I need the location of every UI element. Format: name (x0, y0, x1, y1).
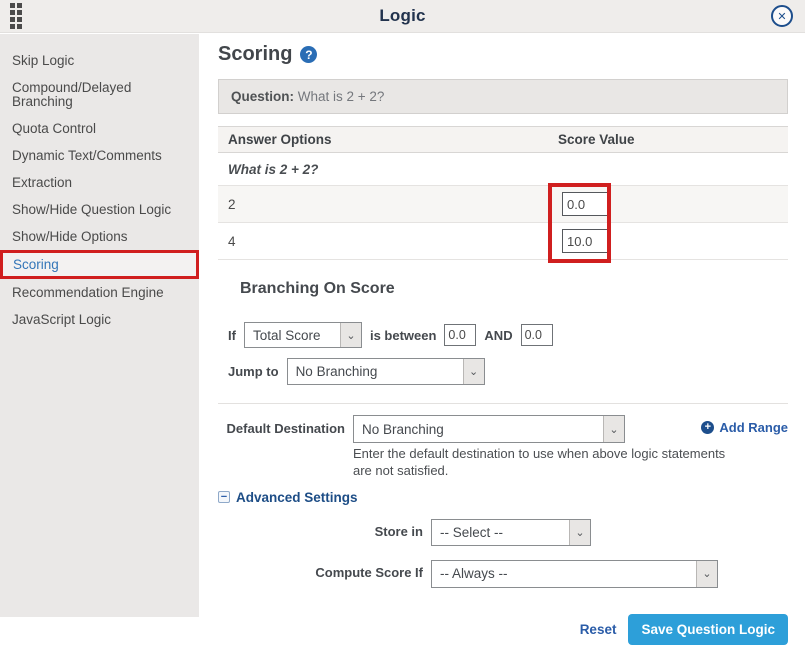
answer-option-label: 2 (218, 197, 556, 212)
jump-to-label: Jump to (228, 364, 279, 379)
sidebar-item-skip-logic[interactable]: Skip Logic (0, 47, 199, 74)
compute-score-if-label: Compute Score If (296, 566, 423, 581)
if-label: If (228, 328, 236, 343)
default-destination-help-text: Enter the default destination to use whe… (353, 446, 733, 480)
store-in-label: Store in (296, 525, 423, 540)
collapse-minus-icon: − (218, 491, 230, 503)
help-icon[interactable]: ? (300, 46, 317, 63)
compute-score-row: Compute Score If -- Always -- ⌄ (218, 560, 788, 588)
close-icon[interactable]: ✕ (771, 5, 793, 27)
chevron-down-icon: ⌄ (603, 416, 624, 442)
jump-to-row: Jump to No Branching ⌄ (228, 358, 788, 385)
question-text: What is 2 + 2? (298, 89, 385, 104)
default-destination-label: Default Destination (218, 422, 345, 437)
score-table: Answer Options Score Value What is 2 + 2… (218, 126, 788, 260)
default-destination-select[interactable]: No Branching ⌄ (353, 415, 625, 443)
add-range-link[interactable]: + Add Range (701, 420, 788, 435)
score-value-input[interactable] (562, 192, 608, 216)
default-destination-row: Default Destination No Branching ⌄ + Add… (218, 415, 788, 443)
logic-sidebar: Skip Logic Compound/Delayed Branching Qu… (0, 34, 199, 617)
chevron-down-icon: ⌄ (569, 520, 590, 545)
branching-heading: Branching On Score (240, 280, 788, 298)
range-from-input[interactable] (444, 324, 476, 346)
store-in-row: Store in -- Select -- ⌄ (218, 519, 788, 546)
range-to-input[interactable] (521, 324, 553, 346)
question-box: Question: What is 2 + 2? (218, 79, 788, 114)
sidebar-item-compound-delayed-branching[interactable]: Compound/Delayed Branching (0, 74, 199, 115)
sidebar-item-show-hide-options[interactable]: Show/Hide Options (0, 223, 199, 250)
store-in-select[interactable]: -- Select -- ⌄ (431, 519, 591, 546)
branch-condition-row: If Total Score ⌄ is between AND (228, 322, 788, 348)
and-label: AND (484, 328, 512, 343)
compute-score-if-select[interactable]: -- Always -- ⌄ (431, 560, 718, 588)
sidebar-item-dynamic-text-comments[interactable]: Dynamic Text/Comments (0, 142, 199, 169)
sidebar-item-scoring[interactable]: Scoring (0, 250, 199, 279)
chevron-down-icon: ⌄ (463, 359, 484, 384)
add-range-label: Add Range (719, 420, 788, 435)
footer-actions: Reset Save Question Logic (218, 614, 788, 645)
col-header-answer-options: Answer Options (218, 132, 556, 147)
table-row: 2 (218, 186, 788, 223)
section-divider (218, 403, 788, 404)
advanced-settings-toggle[interactable]: − Advanced Settings (218, 490, 788, 505)
group-row-label: What is 2 + 2? (218, 162, 556, 177)
sidebar-item-show-hide-question-logic[interactable]: Show/Hide Question Logic (0, 196, 199, 223)
question-label: Question: (231, 89, 294, 104)
page-title-text: Scoring (218, 43, 292, 66)
score-value-input[interactable] (562, 229, 608, 253)
sidebar-item-extraction[interactable]: Extraction (0, 169, 199, 196)
modal-title: Logic (0, 6, 805, 26)
plus-circle-icon: + (701, 421, 714, 434)
reset-link[interactable]: Reset (580, 622, 617, 637)
answer-option-label: 4 (218, 234, 556, 249)
table-header-row: Answer Options Score Value (218, 126, 788, 153)
sidebar-item-recommendation-engine[interactable]: Recommendation Engine (0, 279, 199, 306)
sidebar-item-quota-control[interactable]: Quota Control (0, 115, 199, 142)
jump-to-select[interactable]: No Branching ⌄ (287, 358, 485, 385)
col-header-score-value: Score Value (556, 132, 788, 147)
total-score-select[interactable]: Total Score ⌄ (244, 322, 362, 348)
table-row: 4 (218, 223, 788, 260)
page-title: Scoring ? (218, 43, 788, 66)
is-between-label: is between (370, 328, 436, 343)
table-group-row: What is 2 + 2? (218, 153, 788, 186)
sidebar-item-javascript-logic[interactable]: JavaScript Logic (0, 306, 199, 333)
save-question-logic-button[interactable]: Save Question Logic (628, 614, 788, 645)
modal-header: Logic ✕ (0, 0, 805, 33)
chevron-down-icon: ⌄ (696, 561, 717, 587)
chevron-down-icon: ⌄ (340, 323, 361, 347)
scoring-panel: Scoring ? Question: What is 2 + 2? Answe… (199, 34, 805, 617)
advanced-settings-label: Advanced Settings (236, 490, 358, 505)
